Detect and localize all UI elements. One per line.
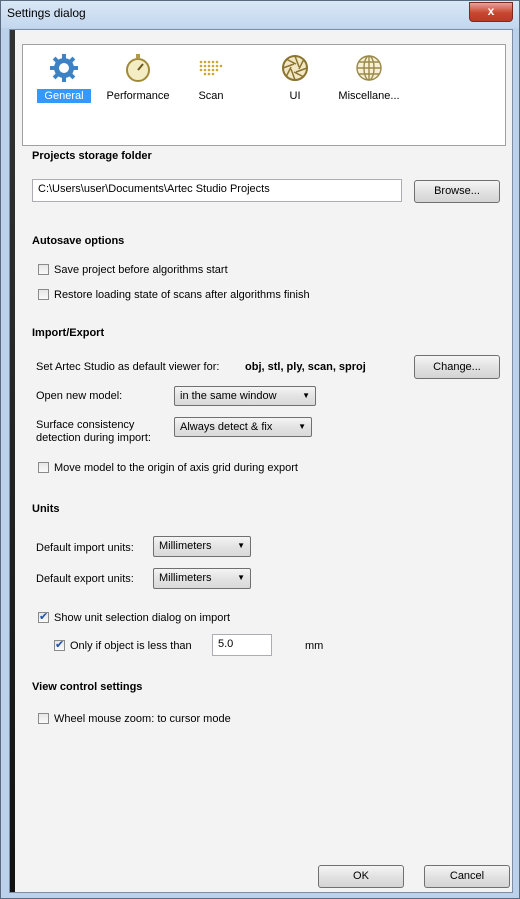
- show-unit-dialog-label: Show unit selection dialog on import: [54, 612, 231, 624]
- surface-consistency-select[interactable]: Always detect & fix ▼: [174, 417, 312, 437]
- move-model-origin-label: Move model to the origin of axis grid du…: [54, 462, 298, 474]
- import-export-header: Import/Export: [32, 327, 105, 339]
- projects-folder-path-input[interactable]: C:\Users\user\Documents\Artec Studio Pro…: [32, 179, 402, 202]
- only-if-less-than-checkbox[interactable]: [54, 638, 65, 651]
- tab-label: Miscellane...: [338, 90, 400, 102]
- open-new-model-label: Open new model:: [36, 390, 123, 402]
- dots-grid-icon: [196, 53, 226, 83]
- save-before-algorithms-checkbox[interactable]: [38, 264, 49, 275]
- default-export-units-label: Default export units:: [36, 573, 134, 585]
- browse-button[interactable]: Browse...: [414, 180, 500, 203]
- chevron-down-icon: ▼: [237, 541, 245, 550]
- tab-label: Scan: [198, 90, 224, 102]
- tab-miscellaneous[interactable]: Miscellane...: [331, 53, 407, 103]
- autosave-header: Autosave options: [32, 235, 125, 247]
- settings-dialog-window: Settings dialog x General Performance Sc…: [0, 0, 520, 899]
- change-button[interactable]: Change...: [414, 355, 500, 379]
- default-import-units-value: Millimeters: [159, 540, 212, 552]
- default-export-units-select[interactable]: Millimeters ▼: [153, 568, 251, 589]
- save-before-algorithms-label: Save project before algorithms start: [54, 264, 228, 276]
- restore-loading-state-checkbox[interactable]: [38, 289, 49, 300]
- title-bar[interactable]: Settings dialog x: [1, 1, 519, 28]
- tab-label: UI: [289, 90, 301, 102]
- chevron-down-icon: ▼: [237, 573, 245, 582]
- gear-icon: [49, 53, 79, 83]
- tab-ui[interactable]: UI: [275, 53, 315, 103]
- chevron-down-icon: ▼: [298, 422, 306, 431]
- default-import-units-label: Default import units:: [36, 542, 134, 554]
- wheel-zoom-cursor-checkbox[interactable]: [38, 713, 49, 724]
- default-export-units-value: Millimeters: [159, 572, 212, 584]
- default-import-units-select[interactable]: Millimeters ▼: [153, 536, 251, 557]
- tab-label: General: [37, 89, 91, 103]
- default-viewer-formats: obj, stl, ply, scan, sproj: [245, 361, 366, 373]
- show-unit-dialog-checkbox[interactable]: [38, 610, 49, 623]
- left-edge-bar: [10, 30, 15, 892]
- tab-performance[interactable]: Performance: [99, 53, 177, 103]
- close-button[interactable]: x: [469, 2, 513, 22]
- chevron-down-icon: ▼: [302, 391, 310, 400]
- threshold-size-input[interactable]: 5.0: [212, 634, 272, 656]
- open-new-model-select[interactable]: in the same window ▼: [174, 386, 316, 406]
- close-icon: x: [487, 4, 495, 18]
- surface-consistency-label-line1: Surface consistency: [36, 419, 135, 431]
- ok-button[interactable]: OK: [318, 865, 404, 888]
- tab-scan[interactable]: Scan: [189, 53, 233, 103]
- aperture-icon: [280, 53, 310, 83]
- only-if-less-than-label: Only if object is less than: [70, 640, 192, 652]
- wheel-zoom-cursor-label: Wheel mouse zoom: to cursor mode: [54, 713, 231, 725]
- projects-folder-header: Projects storage folder: [32, 150, 152, 162]
- open-new-model-value: in the same window: [180, 390, 277, 402]
- surface-consistency-label-line2: detection during import:: [36, 432, 151, 444]
- tab-label: Performance: [106, 90, 170, 102]
- threshold-unit-label: mm: [305, 640, 324, 652]
- tab-general[interactable]: General: [37, 53, 91, 103]
- move-model-origin-checkbox[interactable]: [38, 462, 49, 473]
- globe-icon: [354, 53, 384, 83]
- units-header: Units: [32, 503, 60, 515]
- category-tab-bar: General Performance Scan UI Miscellane..…: [22, 44, 506, 146]
- restore-loading-state-label: Restore loading state of scans after alg…: [54, 289, 310, 301]
- surface-consistency-value: Always detect & fix: [180, 421, 273, 433]
- window-title: Settings dialog: [7, 6, 86, 20]
- stopwatch-icon: [123, 53, 153, 83]
- default-viewer-label: Set Artec Studio as default viewer for:: [36, 361, 220, 373]
- dialog-body: General Performance Scan UI Miscellane..…: [9, 29, 513, 893]
- view-control-header: View control settings: [32, 681, 143, 693]
- cancel-button[interactable]: Cancel: [424, 865, 510, 888]
